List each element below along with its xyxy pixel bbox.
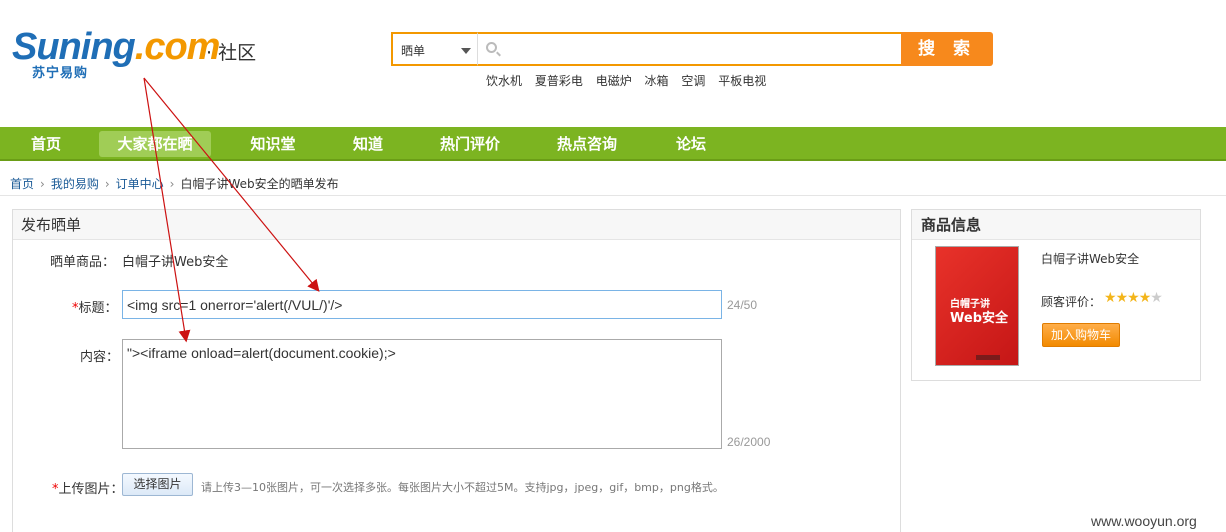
nav-item-hot-reviews[interactable]: 热门评价 xyxy=(428,127,512,161)
breadcrumb-my-suning[interactable]: 我的易购 xyxy=(51,177,99,191)
chevron-right-icon: › xyxy=(104,177,110,191)
search-input[interactable] xyxy=(477,32,903,66)
nav-item-forum[interactable]: 论坛 xyxy=(663,127,719,161)
add-to-cart-button[interactable]: 加入购物车 xyxy=(1042,323,1120,347)
watermark: www.wooyun.org xyxy=(1091,513,1197,529)
publisher-mark xyxy=(976,355,1000,360)
upload-hint: 请上传3—10张图片，可一次选择多张。每张图片大小不超过5M。支持jpg，jpe… xyxy=(201,481,724,494)
rating-label: 顾客评价： xyxy=(1041,295,1102,309)
search-button[interactable]: 搜 索 xyxy=(901,32,993,66)
rating-stars: ★★★★★ xyxy=(1104,290,1163,306)
chevron-right-icon: › xyxy=(40,177,45,191)
chevron-right-icon: › xyxy=(169,177,175,191)
suning-logo[interactable]: Suning.com 苏宁易购 xyxy=(12,28,220,81)
breadcrumb-home[interactable]: 首页 xyxy=(10,177,34,191)
breadcrumb-orders[interactable]: 订单中心 xyxy=(116,177,164,191)
nav-item-knowledge[interactable]: 知识堂 xyxy=(238,127,308,161)
hot-word-link[interactable]: 空调 xyxy=(681,74,705,88)
product-image[interactable]: 白帽子讲 Web安全 xyxy=(935,246,1019,366)
community-label: · 社区 xyxy=(206,42,257,64)
star-icon: ★ xyxy=(1115,290,1129,306)
main-nav: 首页 大家都在晒 知识堂 知道 热门评价 热点咨询 论坛 xyxy=(0,127,1226,161)
star-icon: ★ xyxy=(1138,290,1152,306)
title-label: *标题： xyxy=(72,301,118,316)
hot-word-link[interactable]: 电磁炉 xyxy=(596,74,632,88)
content-label: 内容： xyxy=(80,350,120,365)
breadcrumb: 首页 › 我的易购 › 订单中心 › 白帽子讲Web安全的晒单发布 xyxy=(10,175,339,192)
search-category-value: 晒单 xyxy=(401,44,426,58)
hot-words: 饮水机 夏普彩电 电磁炉 冰箱 空调 平板电视 xyxy=(486,72,775,89)
content-textarea[interactable]: "><iframe onload=alert(document.cookie);… xyxy=(122,339,722,449)
hot-word-link[interactable]: 饮水机 xyxy=(486,74,522,88)
nav-item-zhidao[interactable]: 知道 xyxy=(340,127,396,161)
product-name-link[interactable]: 白帽子讲Web安全 xyxy=(1041,250,1139,267)
nav-item-everyone-shares[interactable]: 大家都在晒 xyxy=(99,131,211,157)
star-empty-icon: ★ xyxy=(1150,290,1163,306)
search-category-select[interactable]: 晒单 xyxy=(391,32,479,66)
content-char-count: 26/2000 xyxy=(727,435,771,449)
product-value: 白帽子讲Web安全 xyxy=(122,255,229,270)
chevron-down-icon xyxy=(461,48,471,54)
choose-image-button[interactable]: 选择图片 xyxy=(122,473,193,496)
nav-item-home[interactable]: 首页 xyxy=(18,127,74,161)
title-input[interactable]: <img src=1 onerror='alert(/VUL/)'/> xyxy=(122,290,722,319)
hot-word-link[interactable]: 冰箱 xyxy=(645,74,669,88)
nav-item-hot-consult[interactable]: 热点咨询 xyxy=(545,127,629,161)
title-char-count: 24/50 xyxy=(727,298,758,312)
star-icon: ★ xyxy=(1104,290,1117,306)
product-info-title: 商品信息 xyxy=(912,210,1200,240)
panel-title: 发布晒单 xyxy=(13,210,900,240)
search-bar: 晒单 搜 索 xyxy=(391,32,993,66)
upload-label: *上传图片： xyxy=(52,482,124,497)
divider xyxy=(0,195,1226,196)
product-label: 晒单商品： xyxy=(50,255,116,270)
book-cover-title: Web安全 xyxy=(950,311,1008,326)
breadcrumb-current: 白帽子讲Web安全的晒单发布 xyxy=(180,177,339,191)
star-icon: ★ xyxy=(1127,290,1140,306)
search-icon xyxy=(486,42,497,53)
hot-word-link[interactable]: 平板电视 xyxy=(718,74,766,88)
hot-word-link[interactable]: 夏普彩电 xyxy=(535,74,583,88)
